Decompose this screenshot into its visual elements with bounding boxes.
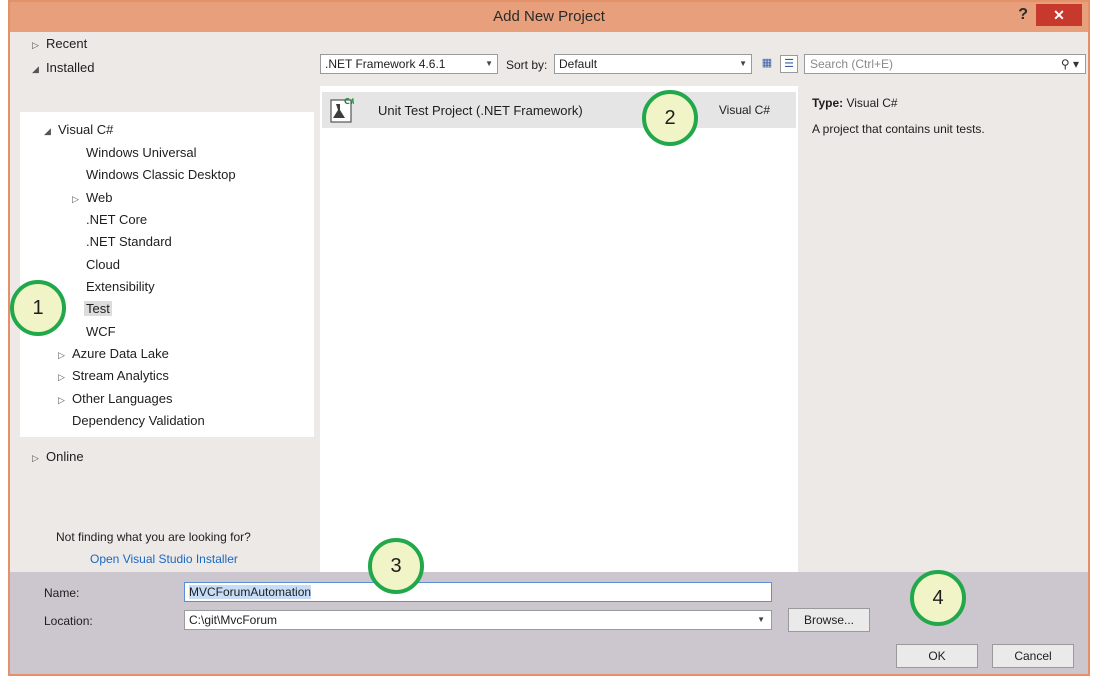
expand-arrow-icon: ▷: [58, 350, 65, 360]
callout-4: 4: [910, 570, 966, 626]
list-view-icon[interactable]: ☰: [780, 55, 798, 73]
unit-test-project-icon: C#: [330, 97, 354, 123]
small-icons-view-icon[interactable]: ▦: [758, 55, 776, 73]
cancel-button[interactable]: Cancel: [992, 644, 1074, 668]
name-label: Name:: [44, 586, 80, 600]
tree-item-visual-csharp[interactable]: ◢ Visual C#: [44, 122, 113, 137]
callout-3: 3: [368, 538, 424, 594]
tree-item-cloud[interactable]: Cloud: [86, 257, 120, 272]
tree-item-azure-data-lake[interactable]: ▷ Azure Data Lake: [58, 346, 169, 361]
template-tree: ◢ Visual C# Windows Universal Windows Cla…: [20, 112, 314, 437]
dialog-content: ▷ Recent ◢ Installed ◢ Visual C# Windows Un…: [10, 32, 1088, 572]
dialog-title: Add New Project: [493, 8, 605, 25]
search-input[interactable]: Search (Ctrl+E) ⚲ ▾: [804, 54, 1086, 74]
expand-arrow-icon: ▷: [58, 372, 65, 382]
tree-item-dependency-validation[interactable]: Dependency Validation: [72, 413, 205, 428]
tree-item-wcf[interactable]: WCF: [86, 324, 116, 339]
help-button[interactable]: ?: [1018, 6, 1028, 24]
type-line: Type: Visual C#: [812, 96, 898, 110]
template-list: C# Unit Test Project (.NET Framework) Vi…: [320, 86, 798, 572]
name-field[interactable]: MVCForumAutomation: [184, 582, 772, 602]
tree-item-windows-classic-desktop[interactable]: Windows Classic Desktop: [86, 167, 236, 182]
callout-2: 2: [642, 90, 698, 146]
collapse-arrow-icon: ◢: [32, 64, 39, 74]
chevron-down-icon: ▼: [739, 59, 747, 68]
tree-item-other-languages[interactable]: ▷ Other Languages: [58, 391, 172, 406]
template-name: Unit Test Project (.NET Framework): [378, 103, 583, 118]
expand-arrow-icon: ▷: [32, 453, 39, 463]
tree-item-web[interactable]: ▷ Web: [72, 190, 113, 205]
collapse-arrow-icon: ◢: [44, 126, 51, 136]
title-bar: Add New Project ? ✕: [10, 2, 1088, 32]
svg-text:C#: C#: [344, 97, 354, 106]
expand-arrow-icon: ▷: [32, 40, 39, 50]
tree-item-recent[interactable]: ▷ Recent: [32, 36, 87, 51]
close-button[interactable]: ✕: [1036, 4, 1082, 26]
sort-dropdown[interactable]: Default ▼: [554, 54, 752, 74]
framework-dropdown[interactable]: .NET Framework 4.6.1 ▼: [320, 54, 498, 74]
tree-item-online[interactable]: ▷ Online: [32, 449, 84, 464]
chevron-down-icon: ▼: [757, 615, 765, 624]
tree-item-net-standard[interactable]: .NET Standard: [86, 234, 172, 249]
location-field[interactable]: C:\git\MvcForum ▼: [184, 610, 772, 630]
tree-item-stream-analytics[interactable]: ▷ Stream Analytics: [58, 368, 169, 383]
search-icon: ⚲ ▾: [1060, 57, 1079, 71]
open-installer-link[interactable]: Open Visual Studio Installer: [90, 552, 238, 566]
expand-arrow-icon: ▷: [72, 194, 79, 204]
template-unit-test-project[interactable]: C# Unit Test Project (.NET Framework) Vi…: [322, 92, 796, 128]
expand-arrow-icon: ▷: [58, 395, 65, 405]
not-finding-text: Not finding what you are looking for?: [56, 530, 251, 544]
tree-item-windows-universal[interactable]: Windows Universal: [86, 145, 197, 160]
browse-button[interactable]: Browse...: [788, 608, 870, 632]
template-description: A project that contains unit tests.: [812, 122, 985, 136]
location-label: Location:: [44, 614, 93, 628]
tree-item-installed[interactable]: ◢ Installed: [32, 60, 94, 75]
tree-item-extensibility[interactable]: Extensibility: [86, 279, 155, 294]
ok-button[interactable]: OK: [896, 644, 978, 668]
details-pane: Type: Visual C# A project that contains …: [800, 86, 1080, 572]
chevron-down-icon: ▼: [485, 59, 493, 68]
callout-1: 1: [10, 280, 66, 336]
tree-item-test[interactable]: Test: [84, 301, 112, 316]
sort-by-label: Sort by:: [506, 58, 548, 72]
template-language: Visual C#: [718, 103, 770, 117]
tree-item-net-core[interactable]: .NET Core: [86, 212, 147, 227]
